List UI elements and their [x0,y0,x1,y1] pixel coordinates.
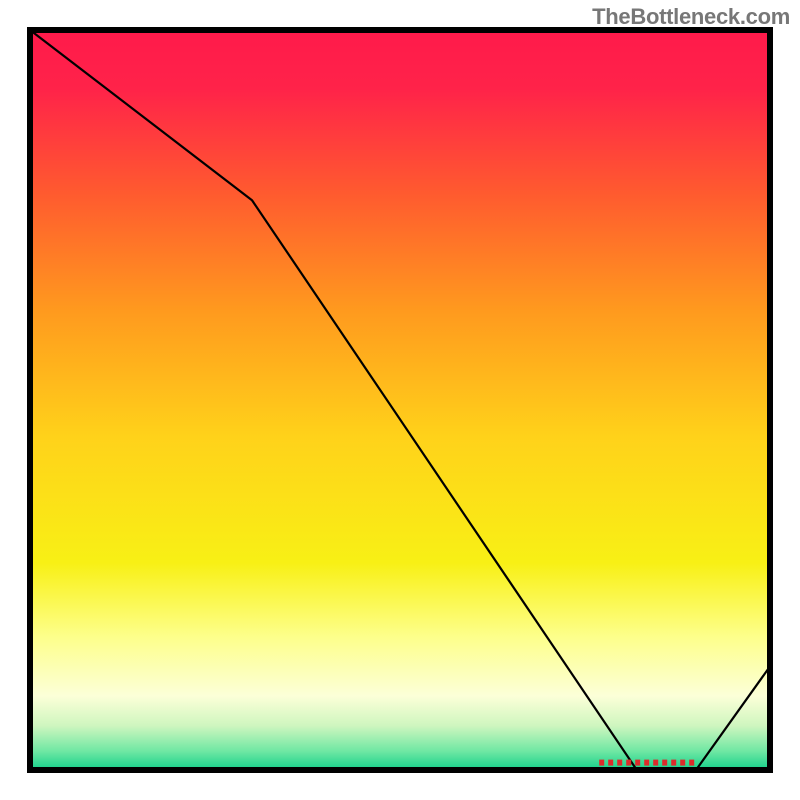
plot-background [30,30,770,770]
chart-canvas: TheBottleneck.com [0,0,800,800]
bottleneck-chart [0,0,800,800]
